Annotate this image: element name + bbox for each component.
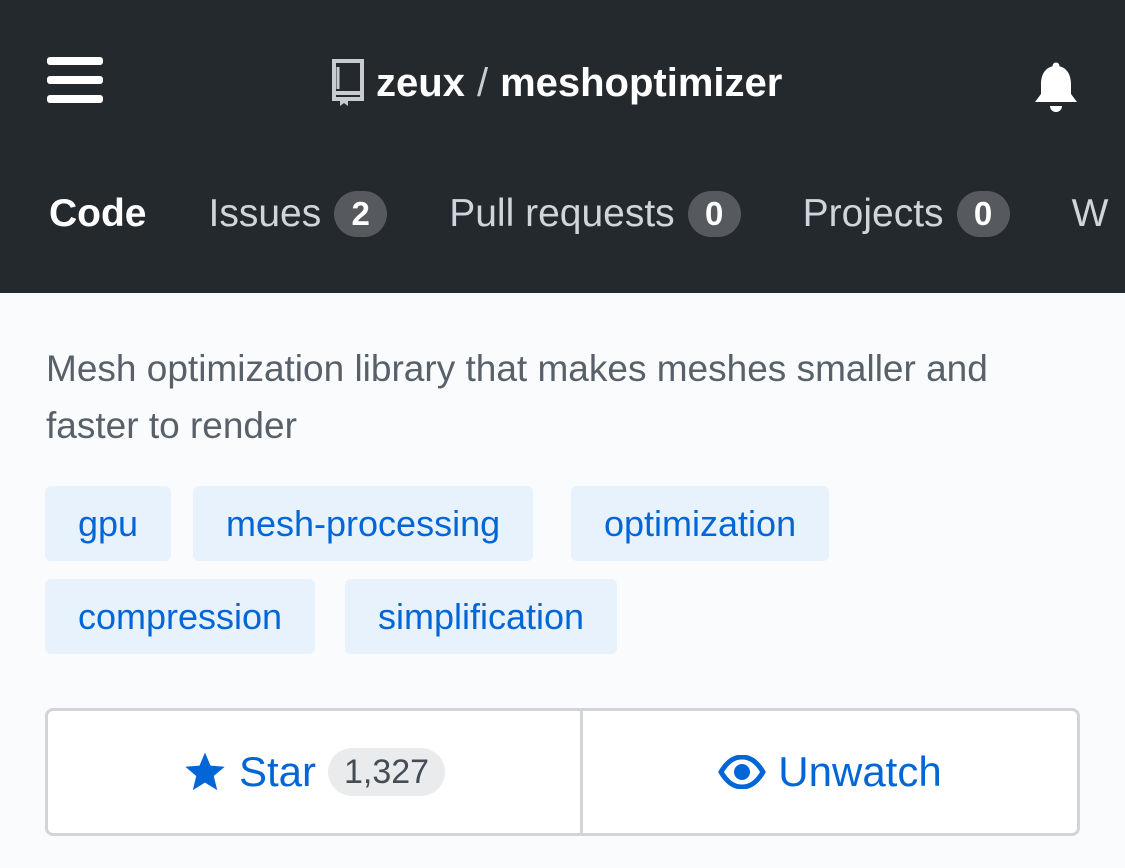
repo-description: Mesh optimization library that makes mes… (46, 348, 988, 446)
tab-overflow-clipped[interactable]: W (1072, 192, 1109, 236)
tab-code[interactable]: Code (49, 192, 147, 236)
tab-projects[interactable]: Projects 0 (803, 191, 1010, 237)
star-button[interactable]: Star 1,327 (48, 711, 583, 833)
tab-label: W (1071, 192, 1109, 235)
repo-header: zeux / meshoptimizer Code Issues 2 Pull … (0, 0, 1125, 293)
repo-actions: Star 1,327 Unwatch (45, 708, 1080, 836)
topic-tag-mesh-processing[interactable]: mesh-processing (193, 486, 534, 561)
repo-separator: / (476, 60, 489, 105)
hamburger-bar (47, 95, 103, 103)
hamburger-bar (47, 76, 103, 84)
repo-name-link[interactable]: meshoptimizer (500, 61, 782, 106)
pull-requests-counter: 0 (687, 191, 741, 237)
eye-icon (718, 755, 767, 789)
tab-pull-requests[interactable]: Pull requests 0 (449, 191, 741, 237)
star-count: 1,327 (327, 748, 446, 796)
topic-tag-optimization[interactable]: optimization (571, 486, 830, 561)
tab-issues[interactable]: Issues 2 (209, 191, 388, 237)
unwatch-label: Unwatch (778, 748, 942, 795)
bell-icon[interactable] (1031, 62, 1081, 114)
topic-tag-simplification[interactable]: simplification (345, 579, 618, 654)
repo-owner-link[interactable]: zeux (376, 61, 465, 106)
issues-counter: 2 (334, 191, 388, 237)
repo-title: zeux / meshoptimizer (328, 58, 782, 108)
hamburger-bar (47, 57, 103, 65)
topic-tag-compression[interactable]: compression (45, 579, 316, 654)
tab-label: Projects (802, 192, 944, 235)
star-label: Star (238, 748, 316, 795)
star-icon (185, 752, 225, 791)
tab-label: Pull requests (449, 192, 675, 235)
hamburger-menu-icon[interactable] (47, 57, 103, 103)
repo-tabs: Code Issues 2 Pull requests 0 Projects 0… (49, 188, 1125, 240)
unwatch-button[interactable]: Unwatch (583, 711, 1077, 833)
projects-counter: 0 (956, 191, 1010, 237)
tab-label: Issues (208, 192, 322, 235)
tab-label: Code (49, 192, 147, 235)
repo-book-icon (328, 59, 366, 107)
topic-tag-gpu[interactable]: gpu (45, 486, 172, 561)
